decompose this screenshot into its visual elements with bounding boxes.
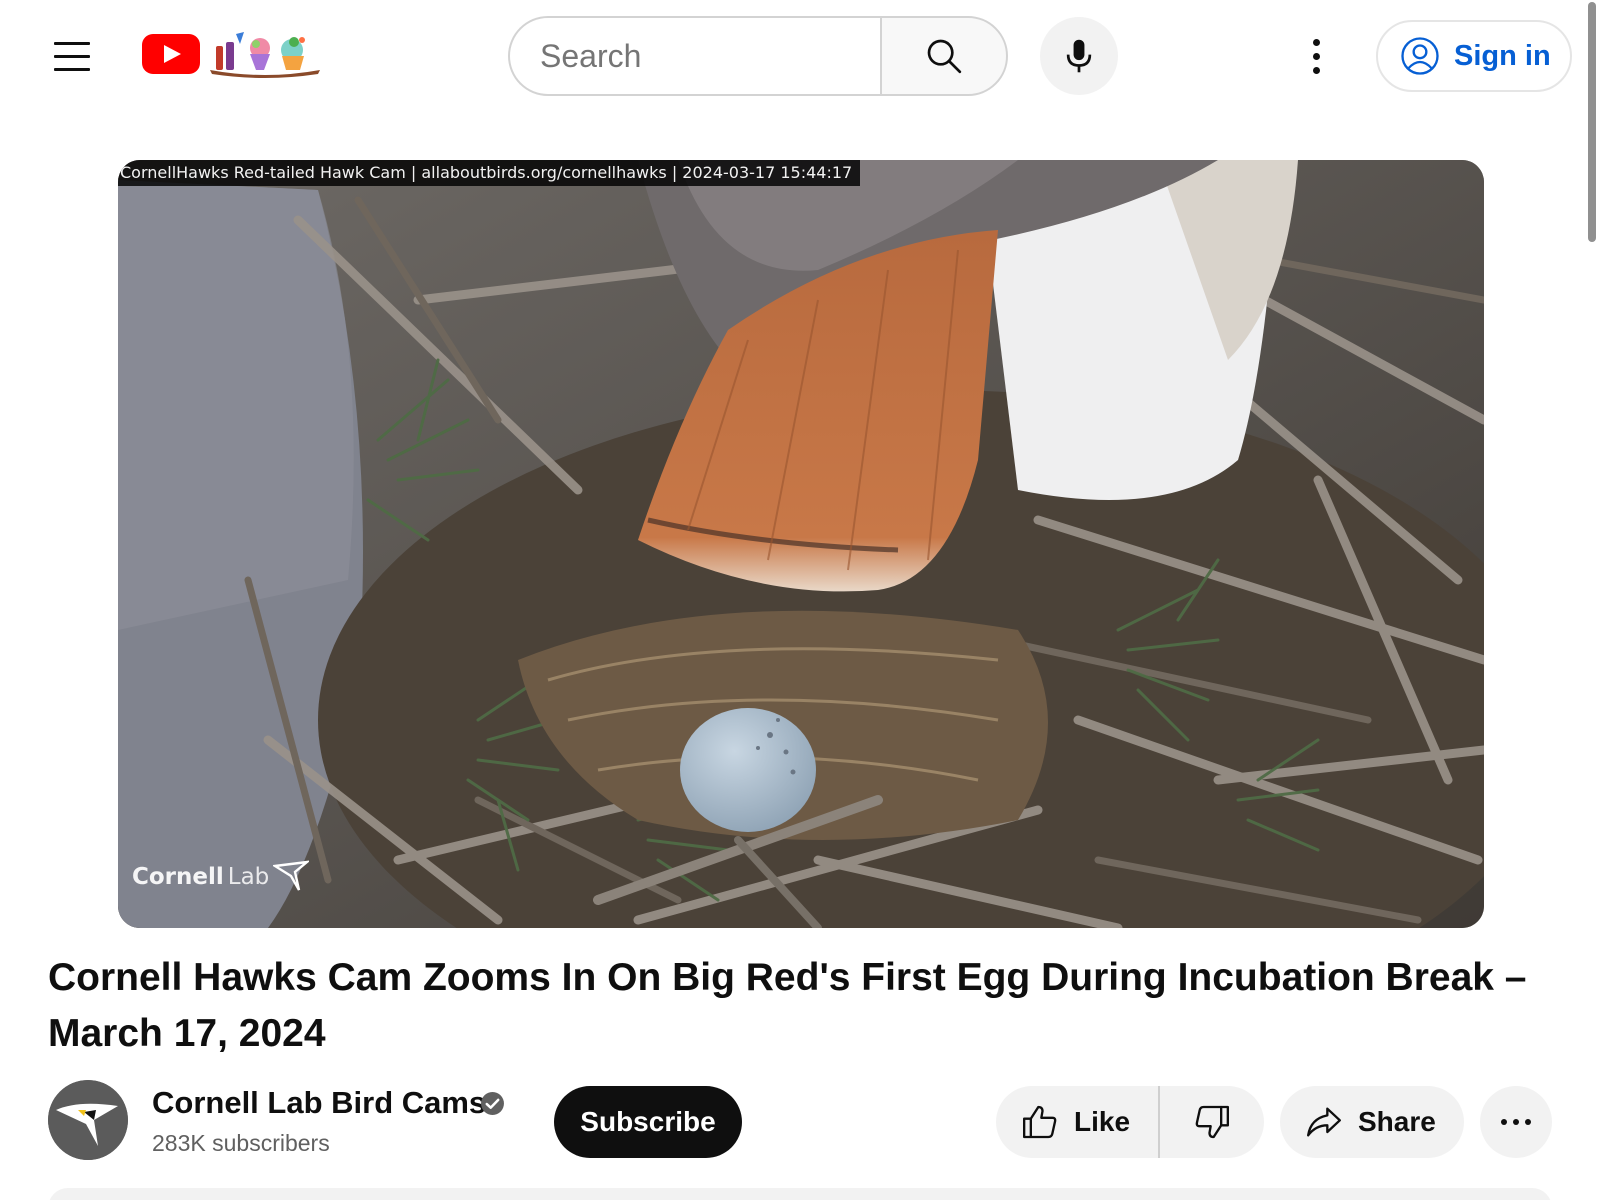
voice-search-button[interactable] (1040, 17, 1118, 95)
description-box[interactable] (48, 1188, 1552, 1200)
watermark-text-cornell: Cornell (132, 864, 224, 890)
page-scrollbar[interactable] (1584, 0, 1600, 1200)
youtube-logo-icon (142, 34, 200, 74)
more-vert-icon (1312, 66, 1320, 74)
mic-icon (1066, 39, 1092, 73)
masthead: Sign in (0, 0, 1600, 112)
dislike-icon (1195, 1105, 1229, 1139)
more-vert-icon (1312, 38, 1320, 46)
subscribe-button[interactable]: Subscribe (554, 1086, 742, 1158)
like-button[interactable]: Like (996, 1086, 1160, 1158)
more-horiz-icon (1513, 1119, 1519, 1125)
more-actions-button[interactable] (1480, 1086, 1552, 1158)
scrollbar-thumb[interactable] (1588, 2, 1596, 242)
channel-avatar[interactable] (48, 1080, 128, 1160)
share-icon (1307, 1107, 1341, 1137)
like-dislike-group: Like (996, 1086, 1264, 1158)
verified-icon (481, 1092, 504, 1115)
cornell-lab-avatar-icon (48, 1080, 128, 1160)
video-title: Cornell Hawks Cam Zooms In On Big Red's … (48, 956, 1527, 1055)
menu-icon-bar (54, 67, 90, 71)
more-vert-icon (1312, 52, 1320, 60)
settings-menu-button[interactable] (1290, 30, 1342, 82)
more-horiz-icon (1525, 1119, 1531, 1125)
account-icon (1401, 37, 1439, 75)
search-button[interactable] (880, 16, 1008, 96)
menu-icon-bar (54, 41, 90, 45)
more-horiz-icon (1501, 1119, 1507, 1125)
doodle-icon (210, 32, 320, 78)
menu-icon-bar (54, 54, 90, 58)
cam-overlay-caption: CornellHawks Red-tailed Hawk Cam | allab… (118, 160, 861, 186)
youtube-logo-link[interactable] (142, 30, 324, 78)
cornell-lab-bird-icon (273, 860, 310, 891)
sign-in-button[interactable]: Sign in (1376, 20, 1572, 92)
search-input[interactable] (540, 18, 870, 94)
share-button[interactable]: Share (1280, 1086, 1464, 1158)
watermark-text-lab: Lab (227, 864, 270, 890)
like-label: Like (1074, 1106, 1131, 1137)
channel-name[interactable]: Cornell Lab Bird Cams (152, 1085, 486, 1121)
video-player[interactable]: CornellHawks Red-tailed Hawk Cam | allab… (118, 160, 1484, 928)
sign-in-label: Sign in (1454, 39, 1551, 72)
dislike-button[interactable] (1160, 1086, 1264, 1158)
video-frame (118, 160, 1484, 928)
search-box (508, 16, 880, 96)
like-icon (1023, 1105, 1057, 1139)
subscriber-count: 283K subscribers (152, 1130, 330, 1156)
search-icon (927, 39, 962, 74)
share-label: Share (1358, 1106, 1436, 1137)
cornell-lab-watermark: Cornell Lab (132, 860, 310, 894)
guide-menu-button[interactable] (44, 28, 100, 84)
